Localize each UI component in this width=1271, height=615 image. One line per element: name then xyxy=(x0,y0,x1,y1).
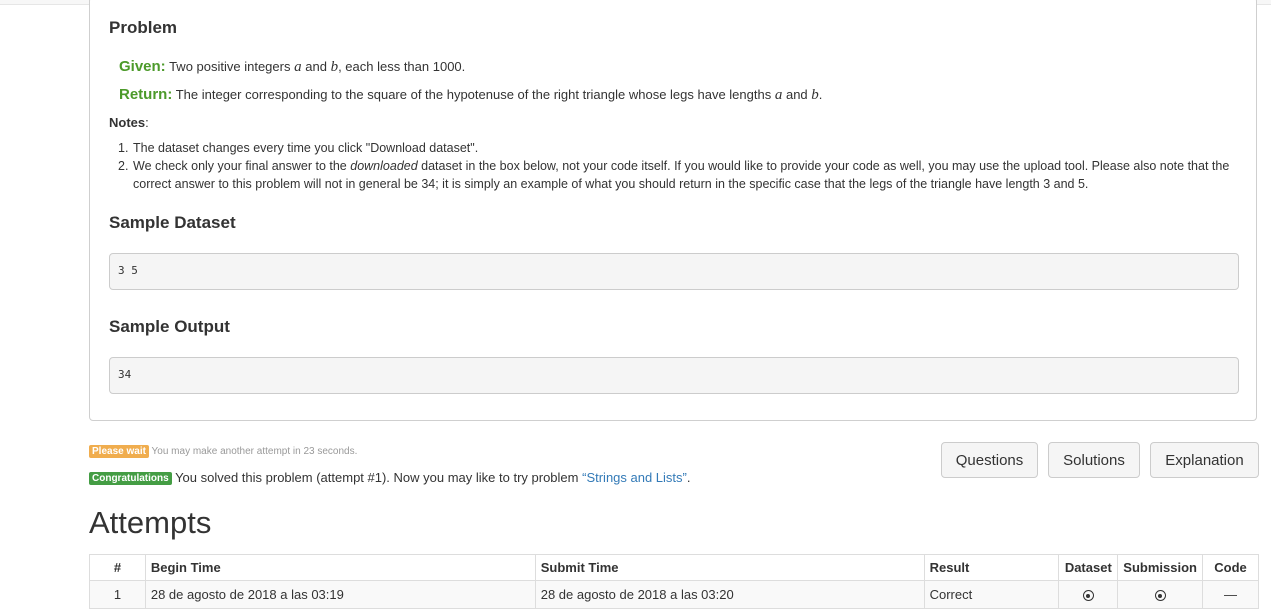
return-pre: The integer corresponding to the square … xyxy=(175,87,772,102)
congrats-text: You solved this problem (attempt #1). No… xyxy=(175,470,579,485)
return-and: and xyxy=(785,87,808,102)
col-num-header: # xyxy=(89,554,146,581)
congrats-badge: Congratulations xyxy=(89,472,172,486)
given-var-a: a xyxy=(294,59,302,75)
questions-button[interactable]: Questions xyxy=(941,442,1038,478)
download-icon[interactable] xyxy=(1082,590,1094,602)
col-submission-header: Submission xyxy=(1117,554,1203,581)
note-number: 1. xyxy=(118,141,129,155)
explanation-button[interactable]: Explanation xyxy=(1150,442,1259,478)
attempts-heading: Attempts xyxy=(89,505,212,540)
given-post: , each less than 1000. xyxy=(338,59,466,74)
notes-label: Notes: xyxy=(109,115,149,130)
attempt-code: — xyxy=(1201,580,1260,609)
table-row: 1 28 de agosto de 2018 a las 03:19 28 de… xyxy=(89,580,1260,609)
return-var-a: a xyxy=(774,87,783,103)
return-var-b: b xyxy=(811,87,819,103)
problem-heading: Problem xyxy=(109,18,178,37)
note-text-em: downloaded xyxy=(350,159,418,173)
return-post: . xyxy=(818,87,823,102)
congrats-message: Congratulations You solved this problem … xyxy=(89,470,691,486)
download-icon[interactable] xyxy=(1154,590,1166,602)
wait-message: Please wait You may make another attempt… xyxy=(89,445,357,458)
attempt-begin-time: 28 de agosto de 2018 a las 03:19 xyxy=(144,580,536,609)
attempt-result: Correct xyxy=(923,580,1060,609)
note-number: 2. xyxy=(118,159,129,173)
dataset-download-cell xyxy=(1058,580,1119,609)
col-submit-header: Submit Time xyxy=(534,554,925,581)
given-var-b: b xyxy=(330,59,339,75)
next-problem-link[interactable]: “Strings and Lists” xyxy=(582,470,687,485)
sample-output-heading: Sample Output xyxy=(109,317,230,336)
wait-badge: Please wait xyxy=(89,445,149,458)
problem-panel: Problem Given: Two positive integers a a… xyxy=(89,0,1257,421)
note-item: 2. We check only your final answer to th… xyxy=(109,157,1239,193)
col-code-header: Code xyxy=(1201,554,1260,581)
col-dataset-header: Dataset xyxy=(1058,554,1119,581)
note-item: 1. The dataset changes every time you cl… xyxy=(109,139,1239,157)
note-text: The dataset changes every time you click… xyxy=(133,141,479,155)
notes-colon: : xyxy=(145,115,149,130)
return-label: Return: xyxy=(119,86,173,103)
sample-dataset-box: 3 5 xyxy=(109,253,1239,290)
given-and: and xyxy=(305,59,327,74)
given-pre: Two positive integers xyxy=(169,59,291,74)
note-text-pre: We check only your final answer to the xyxy=(133,159,351,173)
col-begin-header: Begin Time xyxy=(144,554,536,581)
attempts-table: # Begin Time Submit Time Result Dataset … xyxy=(89,554,1260,609)
sample-dataset-heading: Sample Dataset xyxy=(109,213,236,232)
given-label: Given: xyxy=(119,58,166,75)
attempt-number: 1 xyxy=(89,580,146,609)
sample-output-box: 34 xyxy=(109,357,1239,394)
attempt-submit-time: 28 de agosto de 2018 a las 03:20 xyxy=(534,580,925,609)
notes-list: 1. The dataset changes every time you cl… xyxy=(109,139,1239,193)
solutions-button[interactable]: Solutions xyxy=(1048,442,1140,478)
notes-label-text: Notes xyxy=(109,115,146,130)
given-line: Given: Two positive integers a and b, ea… xyxy=(119,58,465,76)
wait-text: You may make another attempt in 23 secon… xyxy=(151,446,358,458)
submission-download-cell xyxy=(1117,580,1203,609)
table-header-row: # Begin Time Submit Time Result Dataset … xyxy=(89,554,1260,581)
return-line: Return: The integer corresponding to the… xyxy=(119,86,822,104)
col-result-header: Result xyxy=(923,554,1060,581)
congrats-end: . xyxy=(686,470,691,485)
